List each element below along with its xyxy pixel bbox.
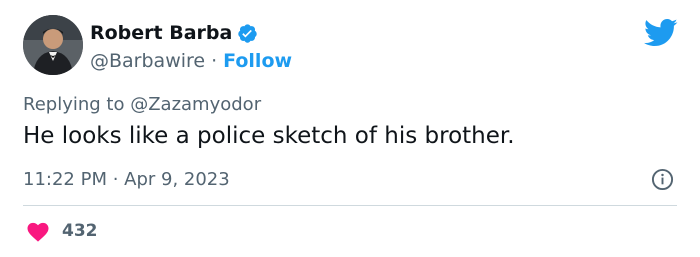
like-action[interactable]: 432 bbox=[26, 218, 98, 244]
heart-icon[interactable] bbox=[26, 220, 50, 242]
tweet-card: Robert Barba @Barbawire · Follow Replyin… bbox=[0, 0, 700, 257]
avatar[interactable] bbox=[23, 15, 83, 75]
twitter-bird-icon[interactable] bbox=[644, 18, 678, 48]
like-count: 432 bbox=[62, 221, 98, 241]
author-block: Robert Barba @Barbawire · Follow bbox=[90, 20, 292, 74]
replying-to-label: Replying to bbox=[23, 94, 125, 115]
separator-dot: · bbox=[211, 50, 218, 72]
follow-button[interactable]: Follow bbox=[223, 50, 292, 72]
handle-row: @Barbawire · Follow bbox=[90, 48, 292, 74]
info-icon[interactable] bbox=[651, 168, 674, 191]
tweet-timestamp[interactable]: 11:22 PM · Apr 9, 2023 bbox=[23, 169, 230, 190]
tweet-text: He looks like a police sketch of his bro… bbox=[23, 123, 515, 149]
author-handle[interactable]: @Barbawire bbox=[90, 50, 205, 72]
avatar-image bbox=[23, 15, 83, 75]
verified-badge-icon bbox=[237, 23, 258, 44]
reply-to-handle[interactable]: @Zazamyodor bbox=[130, 94, 261, 115]
name-row: Robert Barba bbox=[90, 20, 292, 46]
divider bbox=[23, 205, 677, 206]
replying-to-line: Replying to @Zazamyodor bbox=[23, 94, 261, 115]
author-name[interactable]: Robert Barba bbox=[90, 22, 232, 44]
